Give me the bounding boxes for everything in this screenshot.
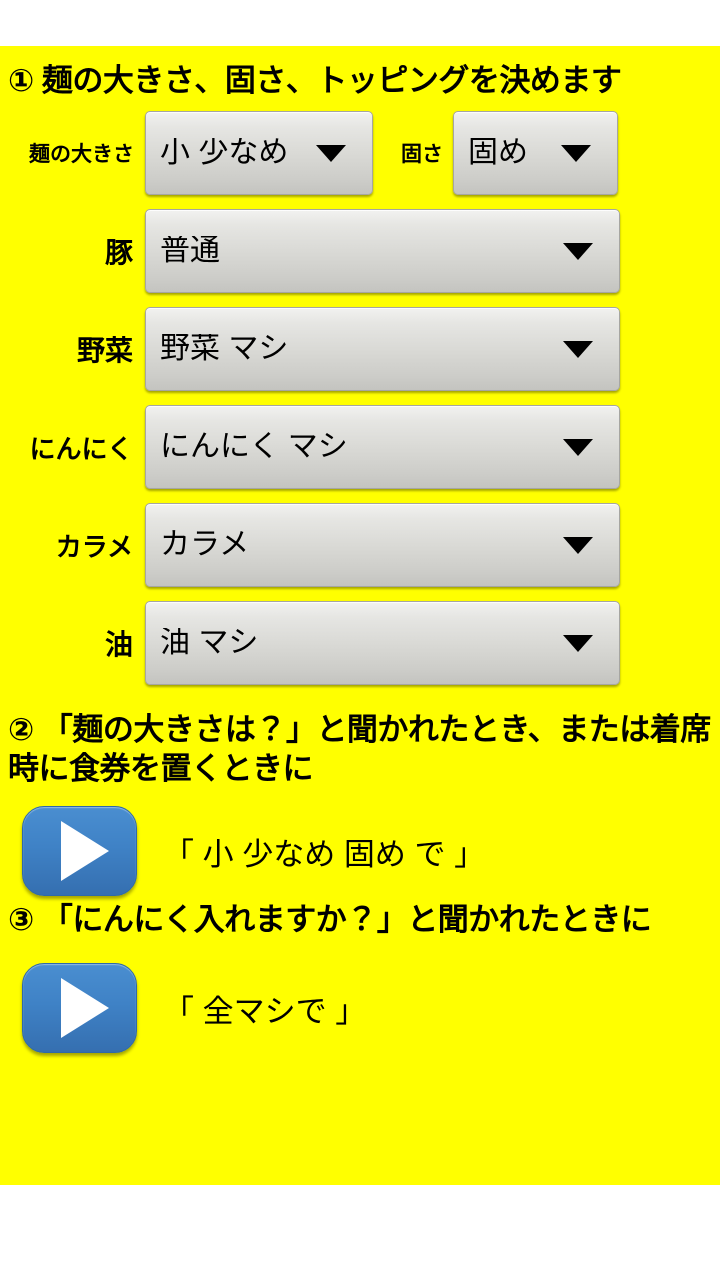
section-heading-step1: ① 麺の大きさ、固さ、トッピングを決めます bbox=[8, 63, 622, 98]
label-pork: 豚 bbox=[104, 237, 133, 268]
chevron-down-icon bbox=[561, 144, 591, 162]
play-caption-step3: 「 全マシで 」 bbox=[163, 993, 367, 1029]
chevron-down-icon bbox=[316, 144, 346, 162]
play-icon bbox=[60, 978, 109, 1038]
label-oil: 油 bbox=[104, 629, 133, 660]
chevron-down-icon bbox=[563, 340, 593, 358]
play-button-step3[interactable] bbox=[22, 963, 137, 1053]
label-noodle-size: 麺の大きさ bbox=[29, 143, 134, 166]
app-screen: ① 麺の大きさ、固さ、トッピングを決めます 麺の大きさ 小 少なめ 固さ 固め … bbox=[0, 0, 720, 1280]
play-icon bbox=[60, 821, 109, 881]
dropdown-karame[interactable]: カラメ bbox=[145, 503, 620, 587]
form-row-oil: 油 油 マシ bbox=[0, 601, 720, 685]
status-bar bbox=[0, 0, 720, 46]
form-row-vegetables: 野菜 野菜 マシ bbox=[0, 307, 720, 391]
chevron-down-icon bbox=[563, 536, 593, 554]
play-caption-step2: 「 小 少なめ 固め で 」 bbox=[163, 836, 486, 872]
chevron-down-icon bbox=[563, 438, 593, 456]
play-row-step2: 「 小 少なめ 固め で 」 bbox=[0, 806, 720, 896]
dropdown-firmness[interactable]: 固め bbox=[453, 111, 618, 195]
chevron-down-icon bbox=[563, 242, 593, 260]
chevron-down-icon bbox=[563, 634, 593, 652]
dropdown-pork-value: 普通 bbox=[160, 236, 220, 266]
dropdown-garlic[interactable]: にんにく マシ bbox=[145, 405, 620, 489]
form-row-pork: 豚 普通 bbox=[0, 209, 720, 293]
form-row-garlic: にんにく にんにく マシ bbox=[0, 405, 720, 489]
app-content-surface: ① 麺の大きさ、固さ、トッピングを決めます 麺の大きさ 小 少なめ 固さ 固め … bbox=[0, 46, 720, 1185]
play-button-step2[interactable] bbox=[22, 806, 137, 896]
dropdown-vegetables-value: 野菜 マシ bbox=[160, 334, 289, 364]
label-garlic: にんにく bbox=[29, 433, 133, 464]
dropdown-vegetables[interactable]: 野菜 マシ bbox=[145, 307, 620, 391]
bottom-blank-area bbox=[0, 1185, 720, 1280]
dropdown-firmness-value: 固め bbox=[468, 138, 528, 168]
dropdown-noodle-size[interactable]: 小 少なめ bbox=[145, 111, 373, 195]
section-heading-step2: ② 「麺の大きさは？」と聞かれたとき、または着席時に食券を置くときに bbox=[8, 712, 711, 786]
label-vegetables: 野菜 bbox=[76, 335, 133, 366]
dropdown-oil-value: 油 マシ bbox=[160, 628, 259, 658]
dropdown-karame-value: カラメ bbox=[160, 530, 250, 560]
play-row-step3: 「 全マシで 」 bbox=[0, 963, 720, 1053]
dropdown-noodle-size-value: 小 少なめ bbox=[160, 138, 289, 168]
dropdown-pork[interactable]: 普通 bbox=[145, 209, 620, 293]
dropdown-garlic-value: にんにく マシ bbox=[160, 432, 348, 462]
label-firmness: 固さ bbox=[401, 143, 443, 166]
dropdown-oil[interactable]: 油 マシ bbox=[145, 601, 620, 685]
section-heading-step3: ③ 「にんにく入れますか？」と聞かれたときに bbox=[8, 902, 652, 937]
form-row-noodle-size: 麺の大きさ 小 少なめ 固さ 固め bbox=[0, 111, 720, 195]
form-row-karame: カラメ カラメ bbox=[0, 503, 720, 587]
label-karame: カラメ bbox=[55, 531, 133, 562]
